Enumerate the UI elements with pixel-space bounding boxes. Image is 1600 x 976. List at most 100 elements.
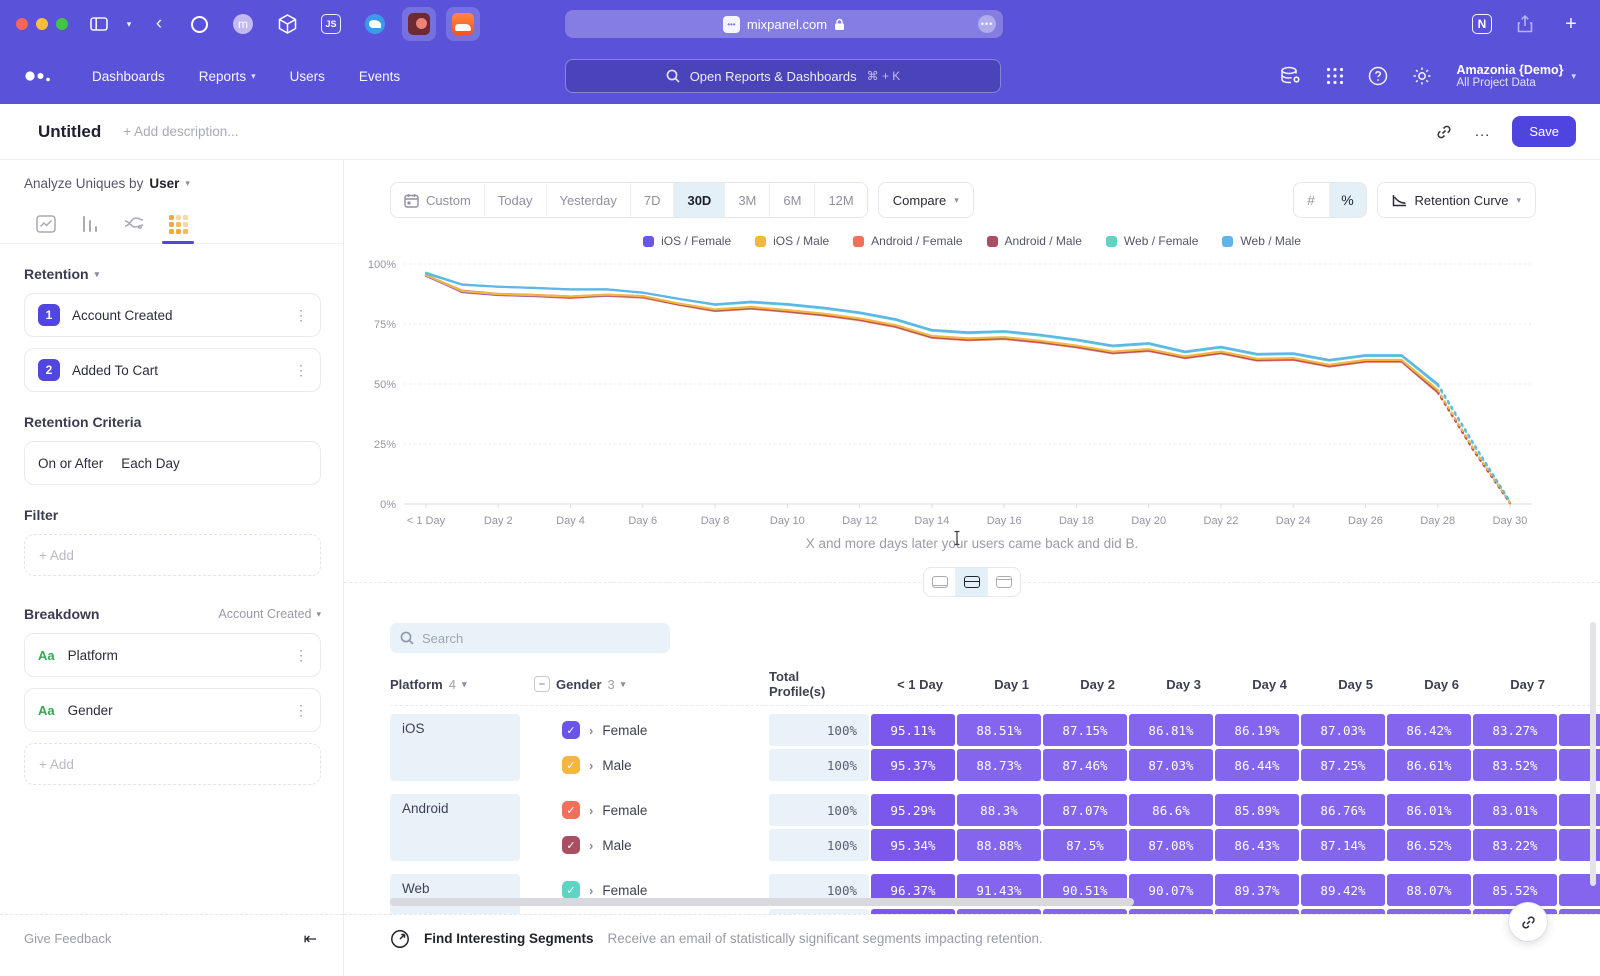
view-toggle-chart-only[interactable] [924,568,956,596]
retention-cell[interactable]: 86.81% [1129,714,1213,746]
tab-funnels[interactable] [68,205,112,243]
retention-cell[interactable]: 96.04% [871,909,955,914]
column-header-day-0[interactable]: < 1 Day [871,677,955,692]
segments-title[interactable]: Find Interesting Segments [424,931,594,946]
legend-item-ios-female[interactable]: iOS / Female [643,234,731,248]
kebab-menu-icon[interactable]: ⋮ [294,307,308,324]
retention-cell[interactable]: 87.07% [1043,794,1127,826]
retention-cell[interactable]: 89.37% [1215,874,1299,906]
series-checkbox[interactable]: ✓ [562,801,580,819]
retention-cell[interactable]: 88.3% [957,794,1041,826]
column-header-day-6[interactable]: Day 6 [1387,677,1471,692]
legend-item-ios-male[interactable]: iOS / Male [755,234,829,248]
column-header-platform[interactable]: Platform4▾ [390,677,520,692]
retention-cell[interactable]: 89.42% [1301,874,1385,906]
address-bar[interactable]: mixpanel.com ••• [565,10,1003,38]
chart-type-dropdown[interactable]: Retention Curve ▾ [1377,182,1536,218]
retention-cell[interactable]: 87.14% [1301,829,1385,861]
report-title[interactable]: Untitled [38,122,101,142]
retention-cell[interactable]: 95.29% [871,794,955,826]
indeterminate-checkbox[interactable]: – [534,676,550,692]
date-range-30d[interactable]: 30D [674,183,725,217]
column-header-day-3[interactable]: Day 3 [1129,677,1213,692]
mixpanel-logo[interactable] [24,67,54,85]
series-line-web-male[interactable] [426,274,1438,385]
retention-cell[interactable]: 86.44% [1215,749,1299,781]
column-header-gender[interactable]: –Gender3▾ [522,676,767,692]
series-checkbox[interactable]: ✓ [562,721,580,739]
give-feedback-link[interactable]: Give Feedback [24,931,111,946]
extension-soundcloud-icon[interactable] [446,7,480,41]
column-header-day-5[interactable]: Day 5 [1301,677,1385,692]
column-header-day-1[interactable]: Day 1 [957,677,1041,692]
extension-ring-icon[interactable] [182,7,216,41]
retention-cell[interactable]: 83.27% [1473,714,1557,746]
criteria-interval[interactable]: Each Day [121,456,180,471]
date-range-12m[interactable]: 12M [815,183,866,217]
retention-cell[interactable]: 88.88% [957,829,1041,861]
column-header-day-4[interactable]: Day 4 [1215,677,1299,692]
nav-item-events[interactable]: Events [359,69,400,84]
settings-gear-icon[interactable] [1412,66,1432,86]
expand-row-icon[interactable]: › [589,758,593,773]
date-range-today[interactable]: Today [485,183,547,217]
series-checkbox[interactable]: ✓ [562,881,580,899]
retention-cell[interactable]: 86.43% [1215,829,1299,861]
gender-row-web-male[interactable]: ✓›Male [522,909,767,914]
retention-cell[interactable]: 91.41% [957,909,1041,914]
share-icon[interactable] [1512,11,1538,37]
zoom-window-button[interactable] [56,18,68,30]
absolute-mode-toggle[interactable]: # [1294,183,1330,217]
breakdown-item-platform[interactable]: AaPlatform⋮ [24,633,321,677]
series-line-android-male[interactable] [426,275,1438,392]
series-checkbox[interactable]: ✓ [562,756,580,774]
date-range-yesterday[interactable]: Yesterday [547,183,631,217]
retention-cell[interactable]: 90.07% [1129,874,1213,906]
retention-section-header[interactable]: Retention ▾ [24,266,321,282]
retention-cell[interactable]: 95.37% [871,749,955,781]
retention-cell[interactable]: 88.04% [1387,909,1471,914]
series-line-ios-male[interactable] [426,275,1438,390]
retention-cell[interactable]: 86.76% [1301,794,1385,826]
retention-cell[interactable]: 87.46% [1043,749,1127,781]
tab-list-caret-icon[interactable]: ▾ [122,11,136,37]
column-header-total-profiles[interactable]: Total Profile(s) [769,669,869,699]
tab-insights[interactable] [24,205,68,243]
legend-item-android-female[interactable]: Android / Female [853,234,962,248]
legend-item-web-male[interactable]: Web / Male [1222,234,1300,248]
retention-cell[interactable]: 88.51% [957,714,1041,746]
kebab-menu-icon[interactable]: ⋮ [294,702,308,719]
series-line-projected-web-male[interactable] [1438,384,1510,502]
retention-line-chart[interactable]: 0%25%50%75%100%< 1 DayDay 2Day 4Day 6Day… [344,252,1600,532]
add-description-field[interactable]: + Add description... [123,124,238,139]
breakdown-item-gender[interactable]: AaGender⋮ [24,688,321,732]
retention-cell[interactable]: 83.22% [1473,829,1557,861]
retention-step-2[interactable]: 2Added To Cart⋮ [24,348,321,392]
apps-grid-icon[interactable] [1326,67,1344,85]
percent-mode-toggle[interactable]: % [1330,183,1366,217]
address-more-icon[interactable]: ••• [978,15,996,33]
retention-cell[interactable]: 86.19% [1215,714,1299,746]
retention-cell[interactable]: 83.01% [1473,794,1557,826]
legend-item-web-female[interactable]: Web / Female [1106,234,1198,248]
retention-cell[interactable]: 86.42% [1387,714,1471,746]
retention-cell[interactable]: 88.73% [957,749,1041,781]
extension-js-icon[interactable]: JS [314,7,348,41]
analyze-value-dropdown[interactable]: User [149,176,179,191]
criteria-mode[interactable]: On or After [38,456,103,471]
collapse-sidebar-icon[interactable]: ⇤ [304,929,317,949]
compare-button[interactable]: Compare ▾ [878,182,974,218]
retention-cell[interactable]: 89.46% [1301,909,1385,914]
platform-cell[interactable]: Android [390,794,520,861]
retention-cell[interactable]: 86.6% [1129,794,1213,826]
floating-share-link-button[interactable] [1509,903,1547,941]
nav-item-dashboards[interactable]: Dashboards [92,69,165,84]
retention-cell[interactable]: 87.03% [1129,749,1213,781]
retention-cell[interactable]: 90.54% [1043,909,1127,914]
retention-cell[interactable]: 83.52% [1473,749,1557,781]
add-breakdown-button[interactable]: + Add [24,743,321,785]
expand-row-icon[interactable]: › [589,723,593,738]
expand-row-icon[interactable]: › [589,883,593,898]
copy-link-icon[interactable] [1435,123,1453,141]
gender-row-ios-male[interactable]: ✓›Male [522,749,767,781]
